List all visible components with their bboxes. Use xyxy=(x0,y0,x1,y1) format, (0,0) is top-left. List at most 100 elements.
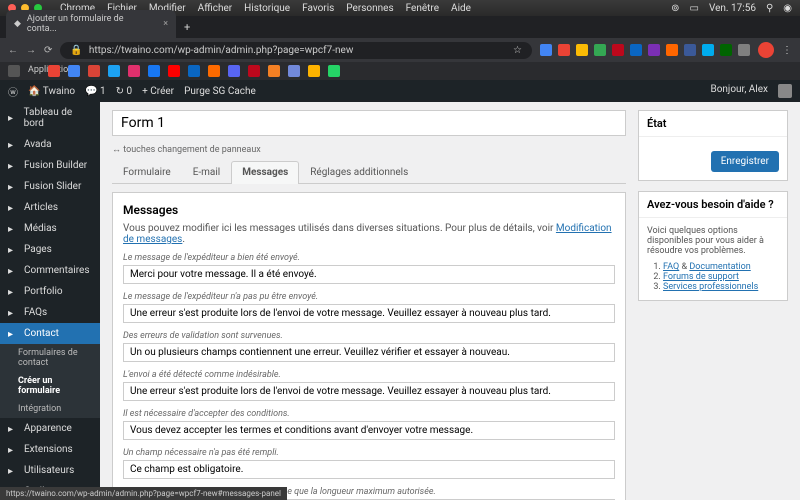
browser-tab[interactable]: ◆ Ajouter un formulaire de conta... × xyxy=(6,10,176,38)
ext-icon[interactable] xyxy=(648,44,660,56)
bookmark-icon[interactable] xyxy=(328,65,340,77)
sidebar-subitem[interactable]: Formulaires de contact xyxy=(0,344,100,372)
bookmark-icon[interactable] xyxy=(288,65,300,77)
ext-icon[interactable] xyxy=(612,44,624,56)
comments-link[interactable]: 💬 1 xyxy=(85,86,106,97)
bookmark-icon[interactable] xyxy=(148,65,160,77)
new-link[interactable]: + Créer xyxy=(142,86,174,97)
ext-icon[interactable] xyxy=(684,44,696,56)
sidebar-item-avada[interactable]: ▸Avada xyxy=(0,134,100,155)
bookmark-icon[interactable] xyxy=(228,65,240,77)
ext-icon[interactable] xyxy=(540,44,552,56)
bookmarks-label[interactable]: Applications xyxy=(28,65,40,77)
tab-formulaire[interactable]: Formulaire xyxy=(112,161,182,183)
apps-icon[interactable] xyxy=(8,65,20,77)
wp-content-area: ↔ touches changement de panneaux Formula… xyxy=(100,102,800,500)
field-input[interactable] xyxy=(123,265,615,284)
close-tab-icon[interactable]: × xyxy=(163,19,168,29)
sidebar-item-utilisateurs[interactable]: ▸Utilisateurs xyxy=(0,460,100,481)
help-heading: Avez-vous besoin d'aide ? xyxy=(639,192,787,218)
bookmark-icon[interactable] xyxy=(268,65,280,77)
ext-icon[interactable] xyxy=(576,44,588,56)
save-button[interactable]: Enregistrer xyxy=(711,151,779,172)
field-input[interactable] xyxy=(123,421,615,440)
forward-button[interactable]: → xyxy=(26,45,36,56)
profile-avatar[interactable] xyxy=(758,42,774,58)
ext-icon[interactable] xyxy=(630,44,642,56)
bookmark-icon[interactable] xyxy=(308,65,320,77)
menu-item[interactable]: Favoris xyxy=(302,3,334,14)
lock-icon: 🔒 xyxy=(70,45,82,56)
greeting[interactable]: Bonjour, Alex xyxy=(710,84,768,98)
sidebar-item-apparence[interactable]: ▸Apparence xyxy=(0,418,100,439)
bookmark-icon[interactable] xyxy=(188,65,200,77)
help-link[interactable]: Documentation xyxy=(689,262,750,272)
field-input[interactable] xyxy=(123,460,615,479)
form-title-input[interactable] xyxy=(112,110,626,136)
sidebar-item-fusion-builder[interactable]: ▸Fusion Builder xyxy=(0,155,100,176)
tab-messages[interactable]: Messages xyxy=(231,161,299,184)
bookmark-icon[interactable] xyxy=(248,65,260,77)
sidebar-item-médias[interactable]: ▸Médias xyxy=(0,218,100,239)
extension-icons xyxy=(540,44,750,56)
help-link[interactable]: Services professionnels xyxy=(663,282,758,292)
sidebar-item-fusion-slider[interactable]: ▸Fusion Slider xyxy=(0,176,100,197)
portfolio-icon: ▸ xyxy=(8,287,18,297)
avatar[interactable] xyxy=(778,84,792,98)
bookmark-icon[interactable] xyxy=(88,65,100,77)
sidebar-item-commentaires[interactable]: ▸Commentaires xyxy=(0,260,100,281)
updates-link[interactable]: ↻ 0 xyxy=(116,86,132,97)
help-link[interactable]: Forums de support xyxy=(663,272,739,282)
sidebar-item-tableau-de-bord[interactable]: ▸Tableau de bord xyxy=(0,102,100,134)
star-icon[interactable]: ☆ xyxy=(513,45,522,56)
wifi-icon[interactable]: ⊚ xyxy=(671,3,679,14)
tab-réglages-additionnels[interactable]: Réglages additionnels xyxy=(299,161,419,183)
battery-icon[interactable]: ▭ xyxy=(689,3,698,14)
spotlight-icon[interactable]: ⚲ xyxy=(766,3,773,14)
bookmark-icon[interactable] xyxy=(168,65,180,77)
field-input[interactable] xyxy=(123,343,615,362)
comment-icon: ▸ xyxy=(8,266,18,276)
address-bar[interactable]: 🔒 https://twaino.com/wp-admin/admin.php?… xyxy=(60,42,532,59)
faq-icon: ▸ xyxy=(8,308,18,318)
mail-icon: ▸ xyxy=(8,329,18,339)
brush-icon: ▸ xyxy=(8,424,18,434)
wp-logo-icon[interactable]: ⓦ xyxy=(8,84,18,99)
sidebar-item-pages[interactable]: ▸Pages xyxy=(0,239,100,260)
bookmark-icon[interactable] xyxy=(208,65,220,77)
siri-icon[interactable]: ◉ xyxy=(783,3,792,14)
site-link[interactable]: 🏠 Twaino xyxy=(28,86,75,97)
purge-cache-link[interactable]: Purge SG Cache xyxy=(184,86,256,97)
field-input[interactable] xyxy=(123,304,615,323)
bookmark-icon[interactable] xyxy=(68,65,80,77)
tab-e-mail[interactable]: E-mail xyxy=(182,161,232,183)
sidebar-item-portfolio[interactable]: ▸Portfolio xyxy=(0,281,100,302)
menu-item[interactable]: Afficher xyxy=(198,3,233,14)
menu-item[interactable]: Fenêtre xyxy=(406,3,439,14)
ext-icon[interactable] xyxy=(666,44,678,56)
menu-item[interactable]: Personnes xyxy=(346,3,393,14)
field-input[interactable] xyxy=(123,382,615,401)
ext-icon[interactable] xyxy=(558,44,570,56)
help-link[interactable]: FAQ xyxy=(663,262,679,272)
sidebar-item-extensions[interactable]: ▸Extensions xyxy=(0,439,100,460)
back-button[interactable]: ← xyxy=(8,45,18,56)
sidebar-subitem[interactable]: Créer un formulaire xyxy=(0,372,100,400)
sidebar-item-articles[interactable]: ▸Articles xyxy=(0,197,100,218)
ext-icon[interactable] xyxy=(738,44,750,56)
menu-item[interactable]: Aide xyxy=(451,3,471,14)
ext-icon[interactable] xyxy=(702,44,714,56)
ext-icon[interactable] xyxy=(720,44,732,56)
bookmark-icon[interactable] xyxy=(48,65,60,77)
ext-icon[interactable] xyxy=(594,44,606,56)
reload-button[interactable]: ⟳ xyxy=(44,45,52,56)
bookmark-icon[interactable] xyxy=(108,65,120,77)
menu-item[interactable]: Historique xyxy=(244,3,290,14)
tab-title: Ajouter un formulaire de conta... xyxy=(27,14,151,34)
chrome-menu-icon[interactable]: ⋮ xyxy=(782,45,792,56)
sidebar-item-faqs[interactable]: ▸FAQs xyxy=(0,302,100,323)
sidebar-subitem[interactable]: Intégration xyxy=(0,400,100,418)
new-tab-button[interactable]: + xyxy=(176,17,198,38)
sidebar-item-contact[interactable]: ▸Contact xyxy=(0,323,100,344)
bookmark-icon[interactable] xyxy=(128,65,140,77)
